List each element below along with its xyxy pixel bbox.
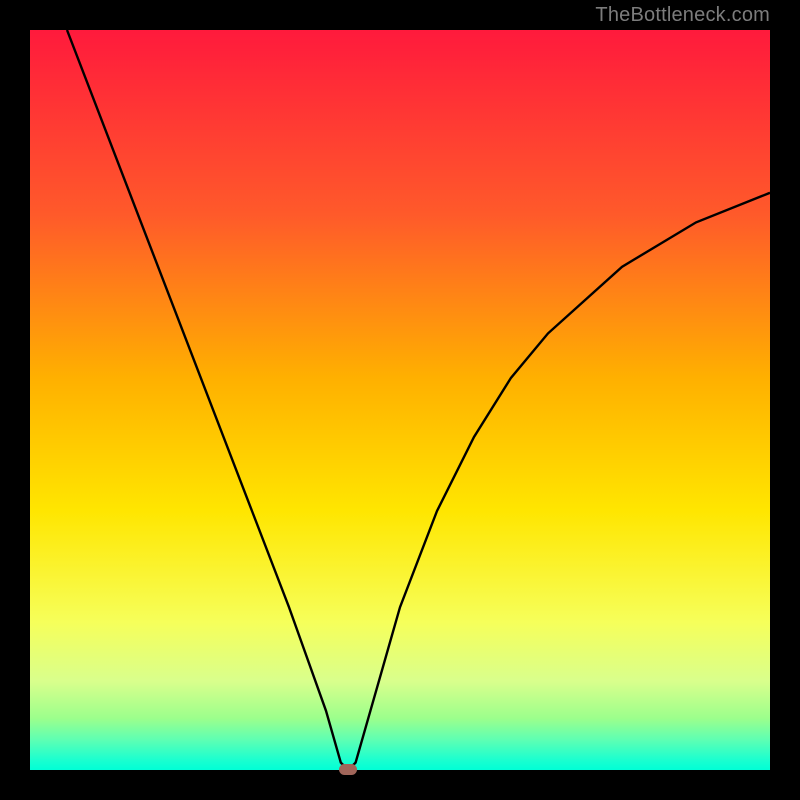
optimal-point-marker bbox=[339, 764, 357, 775]
attribution-text: TheBottleneck.com bbox=[595, 4, 770, 27]
plot-area bbox=[30, 30, 770, 770]
chart-frame: TheBottleneck.com bbox=[0, 0, 800, 800]
bottleneck-curve bbox=[30, 30, 770, 770]
